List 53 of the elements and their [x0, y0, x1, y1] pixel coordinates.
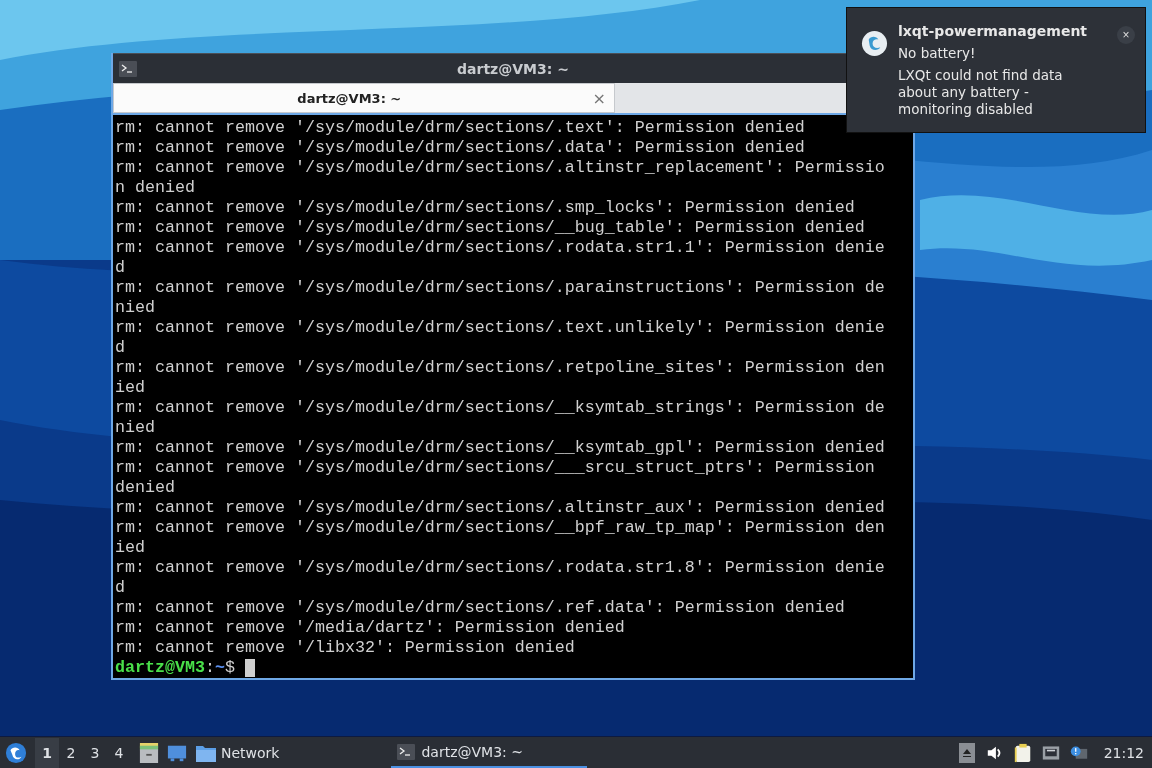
output-line: rm: cannot remove '/sys/module/drm/sections/__ksymtab_strings': Permission de: [115, 398, 886, 418]
output-line: rm: cannot remove '/sys/module/drm/sections/.text.unlikely': Permission denie: [115, 318, 886, 338]
eject-icon[interactable]: [957, 742, 976, 763]
terminal-icon: [119, 60, 137, 77]
close-button[interactable]: ×: [1117, 26, 1135, 44]
file-cabinet-icon[interactable]: [139, 741, 159, 764]
workspace-button[interactable]: 4: [107, 737, 131, 768]
prompt-path: ~: [214, 658, 225, 678]
workspace-button[interactable]: 3: [83, 737, 107, 768]
output-line: rm: cannot remove '/sys/module/drm/sections/.rodata.str1.8': Permission denie: [115, 558, 886, 578]
output-line: rm: cannot remove '/sys/module/drm/sections/.altinstr_aux': Permission denied: [115, 498, 886, 518]
output-line: ied: [115, 538, 146, 558]
bird-logo-icon[interactable]: [5, 741, 27, 764]
workspace-button[interactable]: 1: [35, 737, 59, 768]
prompt-separator: :: [204, 658, 215, 678]
output-line: ied: [115, 378, 146, 398]
prompt-user: dartz@VM3: [115, 658, 205, 678]
window-title: dartz@VM3: ~: [456, 60, 570, 77]
output-line: n denied: [115, 178, 196, 198]
notification-summary: No battery!: [898, 45, 977, 61]
output-line: denied: [115, 478, 176, 498]
terminal-tab[interactable]: dartz@VM3: ~ ×: [113, 83, 615, 113]
output-line: nied: [115, 418, 156, 438]
output-line: nied: [115, 298, 156, 318]
output-line: rm: cannot remove '/sys/module/drm/sections/.parainstructions': Permission de: [115, 278, 886, 298]
clock[interactable]: 21:12: [1103, 744, 1144, 761]
workspace-button[interactable]: 2: [59, 737, 83, 768]
output-line: rm: cannot remove '/sys/module/drm/sections/___srcu_struct_ptrs': Permission: [115, 458, 876, 478]
prompt-symbol: $: [224, 658, 235, 678]
text-cursor: [244, 659, 255, 677]
output-line: rm: cannot remove '/sys/module/drm/sections/__bug_table': Permission denied: [115, 218, 866, 238]
output-line: rm: cannot remove '/sys/module/drm/sections/.text': Permission denied: [115, 118, 806, 138]
output-line: d: [115, 338, 126, 358]
output-line: rm: cannot remove '/libx32': Permission denied: [115, 638, 576, 658]
network-launcher[interactable]: Network: [191, 742, 284, 763]
close-tab-button[interactable]: ×: [584, 88, 614, 108]
output-line: rm: cannot remove '/sys/module/drm/sections/.altinstr_replacement': Permissio: [115, 158, 886, 178]
output-line: d: [115, 578, 126, 598]
output-line: rm: cannot remove '/sys/module/drm/sections/.retpoline_sites': Permission den: [115, 358, 886, 378]
output-line: rm: cannot remove '/media/dartz': Permission denied: [115, 618, 626, 638]
notification-body: LXQt could not find data about any battery - monitoring disabled: [898, 67, 1064, 118]
clipboard-icon[interactable]: [1013, 742, 1032, 763]
output-line: rm: cannot remove '/sys/module/drm/sections/.smp_locks': Permission denied: [115, 198, 856, 218]
output-line: rm: cannot remove '/sys/module/drm/sections/.ref.data': Permission denied: [115, 598, 846, 618]
taskbar-window-button[interactable]: dartz@VM3: ~: [391, 737, 588, 768]
terminal-icon: [397, 743, 416, 760]
output-line: d: [115, 258, 126, 278]
output-line: rm: cannot remove '/sys/module/drm/sections/.data': Permission denied: [115, 138, 806, 158]
notification-app-name: lxqt-powermanagement: [898, 23, 1089, 39]
output-line: rm: cannot remove '/sys/module/drm/sections/__bpf_raw_tp_map': Permission den: [115, 518, 886, 538]
output-line: rm: cannot remove '/sys/module/drm/sections/__ksymtab_gpl': Permission denied: [115, 438, 886, 458]
bird-logo-icon: [861, 30, 888, 57]
output-line: rm: cannot remove '/sys/module/drm/sections/.rodata.str1.1': Permission denie: [115, 238, 886, 258]
